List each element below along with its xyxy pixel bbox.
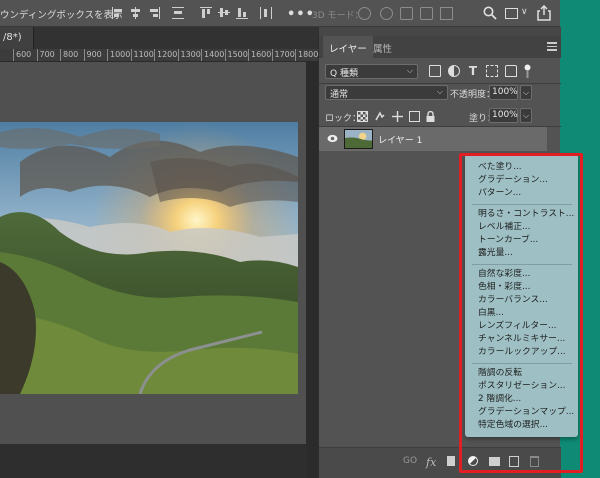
- align-left-icon[interactable]: [112, 7, 124, 19]
- blend-mode-value: 通常: [330, 90, 349, 100]
- lock-image-icon[interactable]: [375, 111, 386, 122]
- lock-label: ロック：: [325, 114, 362, 124]
- 3d-roll-icon: [380, 7, 393, 20]
- ruler-tick-label: 1700: [271, 49, 295, 61]
- ruler-tick-label: 700: [36, 49, 55, 61]
- lock-position-icon[interactable]: [392, 111, 403, 122]
- tab-properties[interactable]: 属性: [367, 36, 398, 58]
- filter-toggle-icon[interactable]: [524, 64, 531, 78]
- filter-adjustment-icon[interactable]: [448, 65, 460, 77]
- highlight-annotation: [459, 153, 583, 473]
- align-right-icon[interactable]: [148, 7, 160, 19]
- lock-all-icon[interactable]: [425, 111, 436, 122]
- ruler-tick-label: 1100: [130, 49, 154, 61]
- chevron-down-icon[interactable]: ∨: [521, 7, 528, 17]
- status-bar: [0, 444, 306, 478]
- landscape-photo: [0, 122, 298, 394]
- search-icon[interactable]: [483, 6, 497, 20]
- lock-transparency-icon[interactable]: [357, 111, 368, 122]
- eye-icon[interactable]: [327, 134, 338, 143]
- ruler-tick-label: 800: [60, 49, 78, 61]
- filter-smart-object-icon[interactable]: [505, 65, 517, 77]
- chevron-down-icon: ⌵: [406, 66, 413, 75]
- align-bottom-icon[interactable]: [236, 7, 248, 19]
- layer-name[interactable]: レイヤー 1: [378, 133, 422, 146]
- 3d-slide-icon: [420, 7, 433, 20]
- options-bar: ウンディングボックスを表示 ••• 3D モード： ∨: [0, 0, 560, 27]
- ruler-tick-label: 1400: [201, 49, 224, 61]
- 3d-pan-icon: [400, 7, 413, 20]
- more-options-icon[interactable]: •••: [287, 7, 315, 22]
- opacity-input[interactable]: 100%: [489, 85, 518, 100]
- 3d-scale-icon: [440, 7, 453, 20]
- align-middle-v-icon[interactable]: [218, 7, 230, 19]
- distribute-icon[interactable]: [172, 7, 184, 19]
- fill-chevron-icon[interactable]: ⌵: [520, 108, 532, 123]
- ruler-tick-label: 1000: [107, 49, 130, 61]
- ruler-tick-label: 1300: [177, 49, 201, 61]
- divider: [319, 83, 561, 84]
- layer-row[interactable]: レイヤー 1: [319, 127, 547, 151]
- opacity-chevron-icon[interactable]: ⌵: [520, 85, 532, 100]
- panel-header: [319, 27, 561, 36]
- distribute-v-icon[interactable]: [260, 7, 272, 19]
- filter-type-icon[interactable]: T: [467, 65, 479, 77]
- ruler-tick-label: 900: [83, 49, 102, 61]
- workspace-icon[interactable]: [505, 8, 518, 19]
- blend-mode-select[interactable]: 通常 ⌵: [325, 85, 448, 100]
- align-center-h-icon[interactable]: [130, 7, 142, 19]
- align-top-icon[interactable]: [200, 7, 212, 19]
- lock-artboard-icon[interactable]: [409, 111, 420, 122]
- ruler-tick-label: 1800: [295, 49, 318, 61]
- tab-layers[interactable]: レイヤー: [323, 36, 373, 58]
- share-icon[interactable]: [537, 5, 551, 21]
- show-bounding-box-label[interactable]: ウンディングボックスを表示: [0, 7, 123, 21]
- document-tab[interactable]: /8*): [0, 27, 34, 49]
- ruler-tick-label: 1500: [224, 49, 248, 61]
- layer-filter-select[interactable]: Q 種類 ⌵: [325, 64, 418, 79]
- filter-pixel-icon[interactable]: [429, 65, 441, 77]
- ruler-tick-label: 1200: [154, 49, 177, 61]
- fx-icon[interactable]: fx: [426, 456, 436, 469]
- add-mask-icon[interactable]: [447, 456, 455, 466]
- ruler-tick-label: 600: [13, 49, 31, 61]
- ruler-tick-label: 1600: [248, 49, 271, 61]
- panel-menu-icon[interactable]: [547, 42, 557, 51]
- tab-strip: [34, 27, 318, 49]
- chevron-down-icon: ⌵: [436, 87, 443, 96]
- document-area: /8*) 600 700 800 900 1000 1100 1200 1300 1400 150…: [0, 27, 318, 478]
- filter-shape-icon[interactable]: [486, 65, 498, 77]
- link-layers-icon[interactable]: GO: [403, 456, 417, 466]
- layer-filter-value: Q 種類: [330, 69, 358, 79]
- vertical-scrollbar[interactable]: [306, 62, 318, 478]
- panel-tabs: レイヤー 属性: [319, 36, 561, 58]
- 3d-orbit-icon: [358, 7, 371, 20]
- 3d-mode-label: 3D モード：: [312, 11, 364, 21]
- horizontal-ruler: 600 700 800 900 1000 1100 1200 1300 1400 1500 1600…: [0, 49, 318, 62]
- layer-thumbnail: [344, 129, 373, 149]
- fill-input[interactable]: 100%: [489, 108, 518, 123]
